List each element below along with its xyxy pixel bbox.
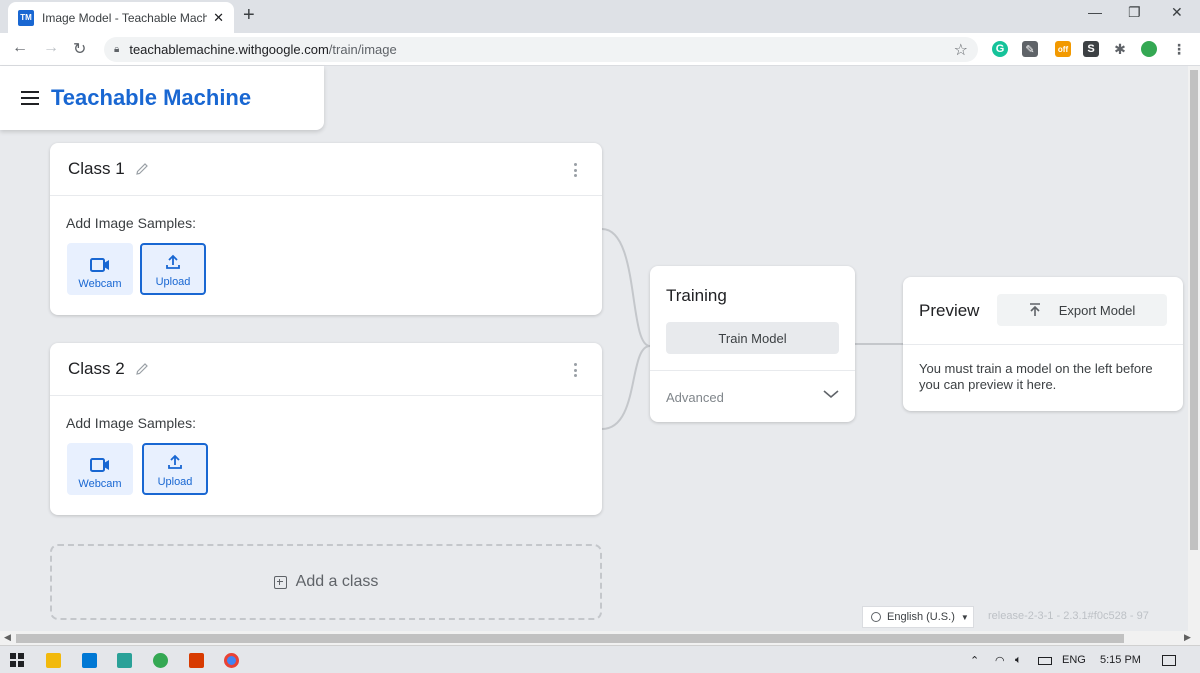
caret-down-icon: ▼ <box>960 612 969 622</box>
upload-icon <box>166 254 180 269</box>
pen-extension-icon[interactable]: ✎ <box>1022 41 1038 57</box>
url-host: teachablemachine.withgoogle.com <box>129 42 329 57</box>
class-options-icon[interactable] <box>574 163 578 177</box>
chevron-down-icon[interactable] <box>823 389 839 399</box>
add-class-label: Add a class <box>295 573 379 590</box>
office-icon[interactable] <box>189 653 204 668</box>
scroll-thumb[interactable] <box>1190 70 1198 550</box>
brand-title[interactable]: Teachable Machine <box>51 85 251 111</box>
class-options-icon[interactable] <box>574 363 578 377</box>
release-version: release-2-3-1 - 2.3.1#f0c528 - 97 <box>988 610 1149 622</box>
class-card-header: Class 2 <box>50 343 602 396</box>
add-samples-label: Add Image Samples: <box>66 215 196 231</box>
forward-icon[interactable]: → <box>43 39 59 57</box>
favicon: TM <box>18 9 34 26</box>
scroll-left-icon[interactable]: ◀ <box>4 632 11 643</box>
scroll-right-icon[interactable]: ▶ <box>1184 632 1191 643</box>
browser-tabstrip: TM Image Model - Teachable Machi ✕ + — ❐… <box>0 0 1200 33</box>
url-path: /train/image <box>328 42 397 57</box>
browser-tab[interactable]: TM Image Model - Teachable Machi ✕ <box>8 2 234 33</box>
training-card: Training Train Model Advanced <box>650 266 855 422</box>
add-samples-label: Add Image Samples: <box>66 415 196 431</box>
preview-message: You must train a model on the left befor… <box>919 361 1153 392</box>
webcam-icon <box>90 458 109 472</box>
class-name[interactable]: Class 1 <box>68 159 125 179</box>
class-card-1: Class 1 Add Image Samples: Webcam Upload <box>50 143 602 315</box>
add-box-icon <box>273 575 287 589</box>
webcam-button[interactable]: Webcam <box>67 243 133 295</box>
divider <box>903 344 1183 345</box>
taskbar: ⌃ ◠ 🔈︎ ENG 5:15 PM <box>0 645 1200 673</box>
scroll-thumb[interactable] <box>16 634 1124 643</box>
chrome-icon[interactable] <box>224 653 239 668</box>
off-extension-icon[interactable]: off <box>1055 41 1071 57</box>
upload-label: Upload <box>157 476 193 488</box>
add-class-button[interactable]: Add a class <box>50 544 602 620</box>
bookmark-star-icon[interactable]: ☆ <box>954 40 968 60</box>
clock[interactable]: 5:15 PM <box>1100 654 1141 666</box>
training-title: Training <box>666 286 727 305</box>
webcam-label: Webcam <box>78 278 122 290</box>
class-card-header: Class 1 <box>50 143 602 196</box>
browser-toolbar: ← → ↻ 🔒︎ teachablemachine.withgoogle.com… <box>0 33 1200 66</box>
export-label: Export Model <box>1058 302 1136 318</box>
upload-icon <box>168 454 182 469</box>
class-name[interactable]: Class 2 <box>68 359 125 379</box>
webcam-label: Webcam <box>78 478 122 490</box>
webcam-icon <box>90 258 109 272</box>
tray-chevron-icon[interactable]: ⌃ <box>970 654 979 667</box>
edit-pencil-icon[interactable] <box>135 162 149 176</box>
globe-icon <box>871 612 881 622</box>
file-explorer-icon[interactable] <box>46 653 61 668</box>
preview-card: Preview Export Model You must train a mo… <box>903 277 1183 411</box>
volume-icon[interactable]: 🔈︎ <box>1015 654 1022 667</box>
train-model-button[interactable]: Train Model <box>666 322 839 354</box>
webcam-button[interactable]: Webcam <box>67 443 133 495</box>
export-icon <box>1029 303 1040 316</box>
back-icon[interactable]: ← <box>12 39 28 57</box>
upload-button[interactable]: Upload <box>140 243 206 295</box>
lock-icon: 🔒︎ <box>114 44 120 55</box>
vertical-scrollbar[interactable] <box>1188 66 1200 631</box>
language-label: English (U.S.) <box>887 611 955 623</box>
horizontal-scrollbar[interactable]: ◀ ▶ <box>0 631 1200 645</box>
class-card-2: Class 2 Add Image Samples: Webcam Upload <box>50 343 602 515</box>
restore-icon[interactable]: ❐ <box>1128 4 1141 21</box>
hamburger-menu-icon[interactable] <box>21 91 39 105</box>
grammarly-icon[interactable]: G <box>992 41 1008 57</box>
window-close-icon[interactable]: ✕ <box>1171 4 1183 21</box>
advanced-label[interactable]: Advanced <box>666 390 724 405</box>
edit-pencil-icon[interactable] <box>135 362 149 376</box>
chat-icon[interactable] <box>153 653 168 668</box>
s-extension-icon[interactable]: S <box>1083 41 1099 57</box>
wifi-icon[interactable]: ◠ <box>995 654 1005 667</box>
mail-icon[interactable] <box>82 653 97 668</box>
windows-start-icon[interactable] <box>10 653 24 667</box>
export-model-button[interactable]: Export Model <box>997 294 1167 326</box>
language-select[interactable]: English (U.S.) ▼ <box>862 606 974 628</box>
close-tab-icon[interactable]: ✕ <box>213 10 224 26</box>
profile-avatar-icon[interactable] <box>1141 41 1157 57</box>
notifications-icon[interactable] <box>1162 655 1176 666</box>
upload-label: Upload <box>155 276 191 288</box>
app-header: Teachable Machine <box>0 66 324 130</box>
preview-title: Preview <box>919 301 980 320</box>
page-content: Teachable Machine Class 1 Add Image Samp… <box>0 66 1188 631</box>
browser-menu-icon[interactable]: ⋮ <box>1171 41 1187 57</box>
extensions-puzzle-icon[interactable]: ✱ <box>1112 41 1128 57</box>
app-icon[interactable] <box>117 653 132 668</box>
reload-icon[interactable]: ↻ <box>73 39 86 59</box>
address-bar[interactable]: 🔒︎ teachablemachine.withgoogle.com/train… <box>104 37 978 62</box>
minimize-icon[interactable]: — <box>1088 4 1102 20</box>
new-tab-icon[interactable]: + <box>243 4 255 27</box>
divider <box>650 370 855 371</box>
input-language[interactable]: ENG <box>1062 654 1086 666</box>
battery-icon[interactable] <box>1038 657 1052 665</box>
tab-title: Image Model - Teachable Machi <box>42 10 208 25</box>
upload-button[interactable]: Upload <box>142 443 208 495</box>
